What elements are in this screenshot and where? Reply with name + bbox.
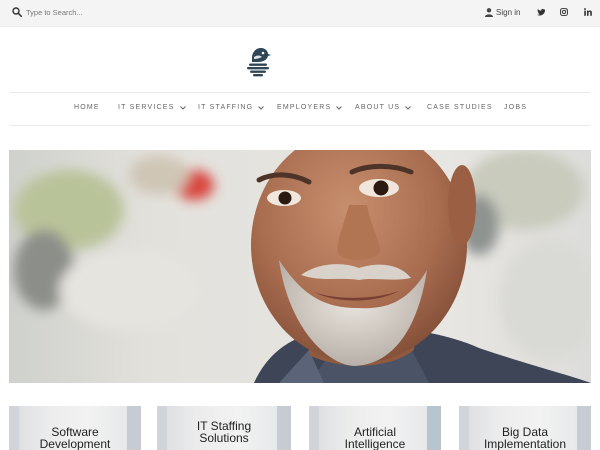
sign-in-link[interactable]: Sign in xyxy=(485,6,520,18)
card-big-data-implementation[interactable]: Big Data Implementation xyxy=(459,406,591,450)
twitter-icon xyxy=(537,8,545,16)
card-title-line2: Intelligence xyxy=(344,437,406,450)
nav-item-case-studies[interactable]: CASE STUDIES xyxy=(427,104,493,111)
sign-in-label: Sign in xyxy=(496,7,521,17)
chevron-down-icon xyxy=(179,105,186,110)
hero-portrait-illustration xyxy=(9,150,591,383)
header-logo-area xyxy=(0,27,600,93)
hero-image xyxy=(9,150,591,383)
chevron-down-icon xyxy=(336,105,343,110)
card-it-staffing-solutions[interactable]: IT Staffing Solutions xyxy=(157,406,291,450)
twitter-link[interactable] xyxy=(535,6,547,18)
main-navigation: HOME IT SERVICES IT STAFFING EMPLOYERS A… xyxy=(10,92,590,126)
linkedin-link[interactable] xyxy=(582,6,594,18)
user-icon xyxy=(485,7,493,17)
chevron-down-icon xyxy=(258,105,265,110)
nav-item-jobs[interactable]: JOBS xyxy=(504,104,527,111)
nav-item-label: IT SERVICES xyxy=(118,104,175,111)
service-cards: Software Development IT Staffing Solutio… xyxy=(0,406,600,450)
logo-bird-icon[interactable] xyxy=(244,45,272,77)
nav-item-label: IT STAFFING xyxy=(198,104,254,111)
nav-item-home[interactable]: HOME xyxy=(74,104,100,111)
nav-item-it-services[interactable]: IT SERVICES xyxy=(118,104,186,111)
card-title-line2: Development xyxy=(39,437,111,450)
nav-item-label: HOME xyxy=(74,104,100,111)
top-bar: Sign in xyxy=(0,0,600,27)
linkedin-icon xyxy=(584,8,592,16)
nav-item-employers[interactable]: EMPLOYERS xyxy=(277,104,343,111)
instagram-icon xyxy=(560,8,568,16)
search-icon[interactable] xyxy=(12,7,22,17)
nav-item-label: JOBS xyxy=(504,104,528,111)
nav-item-about-us[interactable]: ABOUT US xyxy=(355,104,412,111)
nav-item-it-staffing[interactable]: IT STAFFING xyxy=(198,104,265,111)
nav-item-label: CASE STUDIES xyxy=(427,104,493,111)
search-input[interactable] xyxy=(26,5,186,19)
instagram-link[interactable] xyxy=(558,6,570,18)
chevron-down-icon xyxy=(405,105,412,110)
nav-item-label: EMPLOYERS xyxy=(277,104,332,111)
card-title-line2: Implementation xyxy=(483,437,567,450)
nav-item-label: ABOUT US xyxy=(355,104,401,111)
card-software-development[interactable]: Software Development xyxy=(9,406,141,450)
card-title-line2: Solutions xyxy=(199,431,249,445)
card-artificial-intelligence[interactable]: Artificial Intelligence xyxy=(309,406,441,450)
